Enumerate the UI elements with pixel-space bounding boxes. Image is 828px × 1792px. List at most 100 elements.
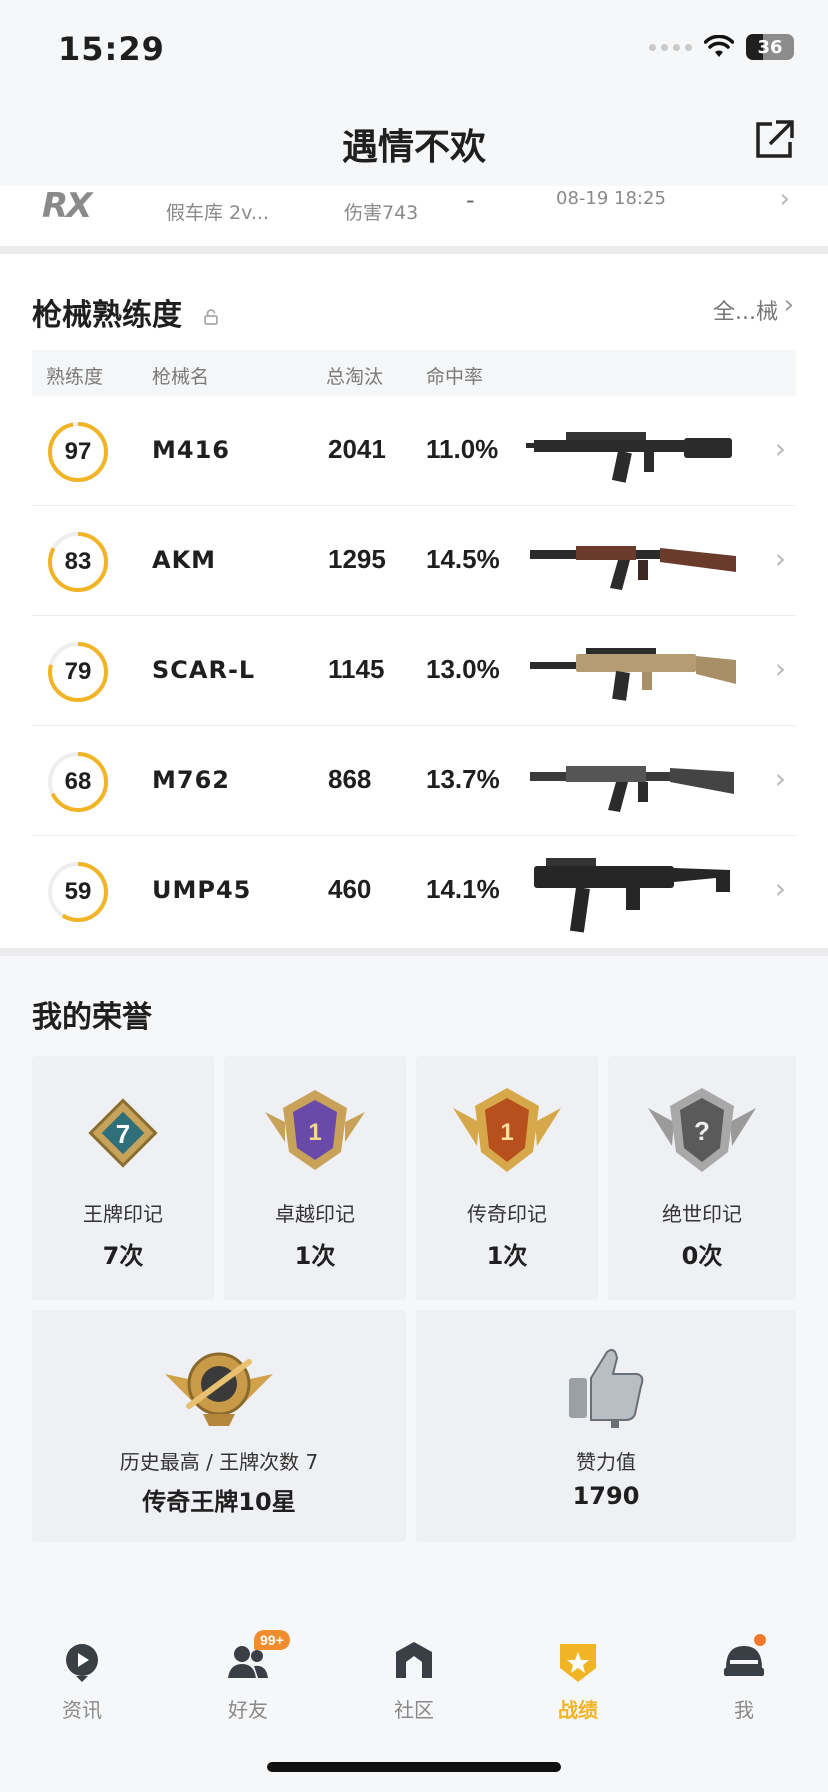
honor-count: 0次: [681, 1242, 723, 1270]
chevron-right-icon: ›: [779, 186, 790, 214]
weapon-accuracy: 14.1%: [426, 874, 500, 904]
honors-section-title: 我的荣誉: [32, 1000, 152, 1035]
legend-mark-badge-icon: 1: [453, 1088, 561, 1172]
tab-community[interactable]: 社区: [354, 1638, 474, 1723]
proficiency-ring: [48, 862, 108, 922]
home-indicator: [267, 1762, 561, 1772]
proficiency-ring: [48, 642, 108, 702]
tab-record[interactable]: 战绩: [518, 1638, 638, 1723]
tab-label: 资讯: [62, 1698, 102, 1722]
highest-tier-value: 传奇王牌10星: [142, 1488, 296, 1516]
recent-match-row[interactable]: RX 假车库 2v... 伤害743 - 08-19 18:25 ›: [0, 186, 828, 246]
col-total-kills: 总淘汰: [326, 366, 384, 388]
ace-mark-badge-icon: 7: [88, 1098, 158, 1168]
weapon-name: SCAR-L: [152, 656, 256, 684]
thumbs-up-icon: [569, 1349, 644, 1428]
tab-news[interactable]: 资讯: [22, 1638, 142, 1723]
likes-label: 赞力值: [576, 1450, 636, 1474]
col-proficiency: 熟练度: [46, 366, 104, 388]
match-mode-logo: RX: [42, 186, 92, 226]
chevron-right-icon: ›: [774, 762, 786, 795]
friends-icon: 99+: [224, 1630, 290, 1686]
excellence-badge-number: 1: [308, 1119, 321, 1146]
smg-image: [534, 858, 730, 933]
match-datetime: 08-19 18:25: [556, 188, 666, 209]
weapon-row[interactable]: 59 UMP45 460 14.1% ›: [32, 836, 796, 946]
excellence-mark-badge-icon: 1: [265, 1090, 365, 1170]
honor-count: 1次: [294, 1242, 336, 1270]
honor-label: 卓越印记: [275, 1202, 355, 1226]
highest-tier-label: 历史最高 / 王牌次数 7: [119, 1450, 319, 1474]
weapon-row[interactable]: 79 SCAR-L 1145 13.0% ›: [32, 616, 796, 726]
col-accuracy: 命中率: [426, 366, 484, 388]
honor-label: 王牌印记: [83, 1202, 163, 1226]
peerless-badge-symbol: ?: [694, 1116, 710, 1146]
weapon-kills: 1145: [328, 654, 385, 684]
proficiency-ring: [48, 752, 108, 812]
cellular-signal-icon: [649, 43, 692, 51]
record-icon: [554, 1638, 602, 1686]
weapon-accuracy: 11.0%: [426, 434, 499, 464]
honor-label: 绝世印记: [662, 1202, 742, 1226]
proficiency-ring: [48, 532, 108, 592]
ace-tier-emblem-icon: [165, 1352, 273, 1426]
col-weapon-name: 枪械名: [152, 366, 210, 388]
honor-card-highest-tier[interactable]: 历史最高 / 王牌次数 7 传奇王牌10星: [32, 1310, 406, 1542]
news-icon: [58, 1638, 106, 1686]
community-icon: [390, 1638, 438, 1686]
rifle-image: [530, 648, 736, 701]
share-icon[interactable]: [750, 116, 798, 164]
honor-card-legend[interactable]: 1 传奇印记 1次: [416, 1056, 598, 1300]
nav-header: 遇情不欢: [0, 96, 828, 186]
rifle-image: [526, 432, 732, 483]
friends-badge: 99+: [254, 1630, 290, 1650]
chevron-right-icon: ›: [774, 542, 786, 575]
weapon-kills: 2041: [328, 434, 386, 464]
tab-label: 我: [734, 1698, 754, 1722]
weapon-section-title: 枪械熟练度: [32, 290, 220, 334]
weapon-kills: 460: [328, 874, 372, 904]
weapon-table-header: 熟练度 枪械名 总淘汰 命中率: [32, 350, 796, 396]
weapon-name: AKM: [152, 546, 217, 574]
peerless-mark-badge-icon: ?: [648, 1088, 756, 1172]
match-rank: -: [466, 186, 475, 214]
rifle-image: [530, 546, 736, 590]
weapon-accuracy: 14.5%: [426, 544, 500, 574]
legend-badge-number: 1: [500, 1119, 513, 1146]
tab-friends[interactable]: 99+ 好友: [188, 1630, 308, 1723]
weapon-accuracy: 13.0%: [426, 654, 500, 684]
match-damage: 伤害743: [344, 202, 419, 224]
honor-card-likes[interactable]: 赞力值 1790: [416, 1310, 796, 1542]
ace-badge-number: 7: [116, 1119, 130, 1149]
chevron-right-icon: ›: [783, 290, 794, 320]
weapon-kills: 1295: [328, 544, 386, 574]
rifle-image: [530, 766, 734, 812]
weapon-row[interactable]: 97 M416 2041 11.0% ›: [32, 396, 796, 506]
profile-icon: [720, 1632, 768, 1686]
chevron-right-icon: ›: [774, 432, 786, 465]
weapon-name: UMP45: [152, 876, 252, 904]
honor-card-ace[interactable]: 7 王牌印记 7次: [32, 1056, 214, 1300]
proficiency-ring: [48, 422, 108, 482]
battery-level: 36: [757, 36, 783, 58]
weapon-section-title-text: 枪械熟练度: [32, 298, 182, 333]
all-weapons-link[interactable]: 全...械: [713, 294, 778, 326]
chevron-right-icon: ›: [774, 872, 786, 905]
notification-dot: [752, 1632, 768, 1648]
weapon-row[interactable]: 83 AKM 1295 14.5% ›: [32, 506, 796, 616]
honor-count: 7次: [102, 1242, 144, 1270]
honor-count: 1次: [486, 1242, 528, 1270]
battery-icon: 36: [746, 34, 794, 60]
tab-profile[interactable]: 我: [684, 1632, 804, 1723]
weapon-row[interactable]: 68 M762 868 13.7% ›: [32, 726, 796, 836]
page-title: 遇情不欢: [341, 127, 486, 168]
section-divider: [0, 948, 828, 956]
honors-section: 我的荣誉 7 王牌印记 7次 1 卓越印记 1次 1 传奇印记 1次 ? 绝世印…: [0, 956, 828, 1568]
chevron-right-icon: ›: [774, 652, 786, 685]
weapon-proficiency-section: 枪械熟练度 全...械 › 熟练度 枪械名 总淘汰 命中率 97 M416 20…: [0, 254, 828, 948]
honor-card-excellence[interactable]: 1 卓越印记 1次: [224, 1056, 406, 1300]
status-bar: 15:29 36: [0, 0, 828, 96]
weapon-name: M416: [152, 436, 230, 464]
honor-card-peerless[interactable]: ? 绝世印记 0次: [608, 1056, 796, 1300]
match-mode: 假车库 2v...: [166, 202, 270, 224]
